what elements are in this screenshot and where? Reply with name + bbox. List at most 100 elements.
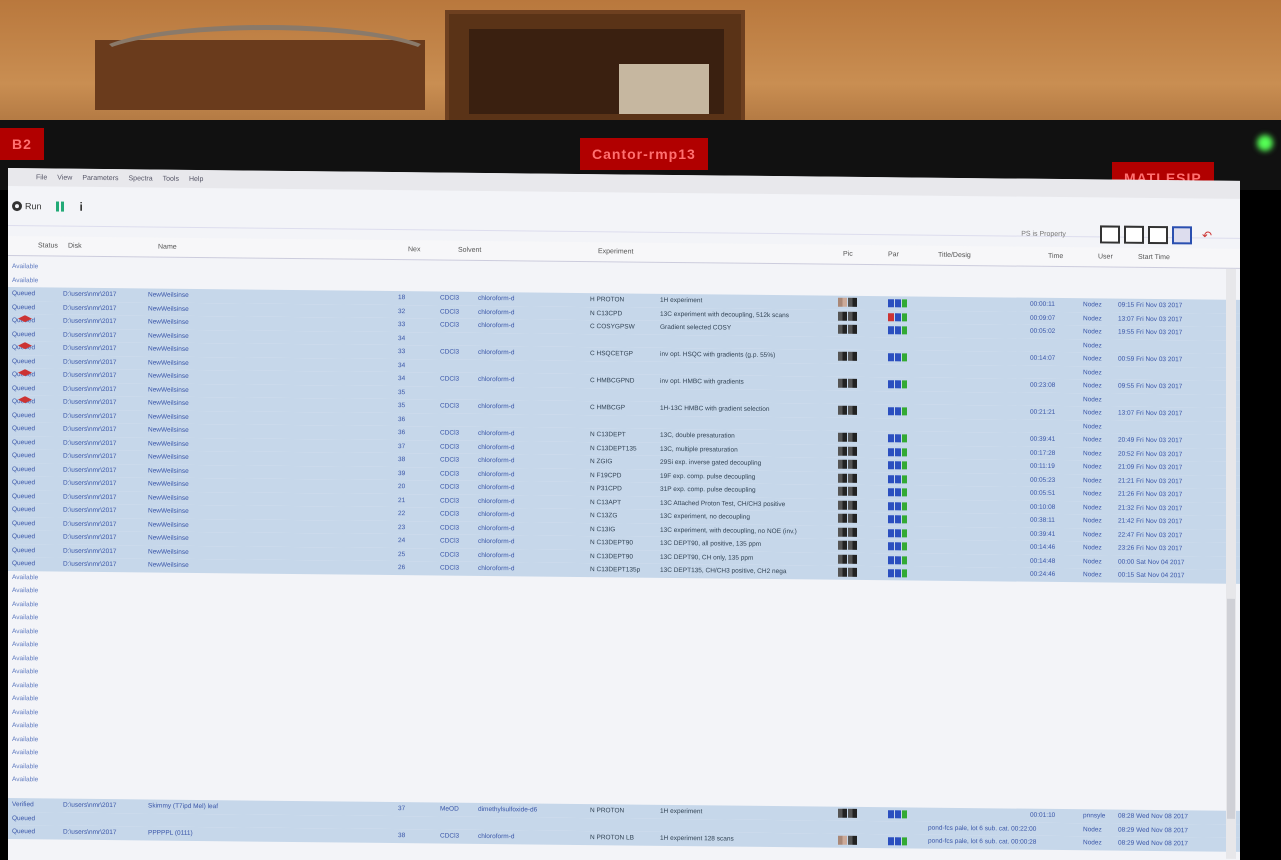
spectrum-thumbnail-icon[interactable] [838,432,847,442]
column-header-solvent[interactable]: Solvent [458,247,481,254]
parameter-icons[interactable] [888,810,908,819]
spectrum-thumbnail-icon[interactable] [838,378,847,388]
spectrum-thumbnail-icon[interactable] [838,835,847,845]
view-active-icon[interactable] [1171,226,1192,245]
spectrum-thumbnail-icon[interactable] [838,527,847,537]
parameter-icons[interactable] [888,299,908,308]
grid-icon[interactable] [55,200,66,212]
spectrum-thumbnail-icon[interactable] [848,405,857,415]
spectrum-thumbnail-icon[interactable] [848,324,857,334]
name-cell: NewWeilsinse [148,466,189,475]
spectrum-thumbnail-icon[interactable] [848,351,857,361]
menu-item-tools[interactable]: Tools [163,175,179,182]
menu-item-file[interactable]: File [36,174,47,181]
parameter-icons[interactable] [888,515,908,524]
spectrum-thumbnail-icon[interactable] [838,297,847,307]
column-header-starttime[interactable]: Start Time [1138,254,1170,261]
spectrum-thumbnail-icon[interactable] [838,567,847,577]
spectrum-thumbnail-icon[interactable] [838,513,847,523]
lock-icon [902,542,907,551]
nex-cell: 39 [398,469,406,477]
user-cell: Nodez [1083,476,1102,484]
spectrum-thumbnail-icon[interactable] [848,297,857,307]
spectrum-thumbnail-icon[interactable] [838,554,847,564]
view-split-icon[interactable] [1123,225,1144,244]
spectrum-thumbnail-icon[interactable] [848,432,857,442]
user-cell: Nodez [1083,530,1102,538]
document-icon [888,447,894,456]
queue-table: Available Available Queued D:\users\nmr\201… [8,260,1240,799]
undo-icon[interactable]: ↶ [1202,229,1212,243]
run-button[interactable]: Run [12,200,42,211]
spectrum-thumbnail-icon[interactable] [838,311,847,321]
time-cell: 00:05:02 [1030,327,1056,335]
spectrum-thumbnail-icon[interactable] [848,473,857,483]
spectrum-thumbnail-icon[interactable] [848,540,857,550]
spectrum-thumbnail-icon[interactable] [848,311,857,321]
info-icon[interactable]: i [80,199,83,213]
parameter-icons[interactable] [888,434,908,443]
vertical-scrollbar[interactable] [1226,268,1236,859]
parameter-icons[interactable] [888,569,908,578]
menu-item-parameters[interactable]: Parameters [82,174,118,181]
spectrum-thumbnail-icon[interactable] [848,835,857,845]
spectrum-thumbnail-icon[interactable] [848,554,857,564]
spectrum-thumbnail-icon[interactable] [848,378,857,388]
parameter-icons[interactable] [888,407,908,416]
menu-item-spectra[interactable]: Spectra [129,175,153,182]
spectrum-thumbnail-icon[interactable] [838,808,847,818]
column-header-par[interactable]: Par [888,251,899,258]
spectrum-thumbnail-icon[interactable] [838,459,847,469]
spectrum-thumbnail-icon[interactable] [838,486,847,496]
start-time-cell: 21:32 Fri Nov 03 2017 [1118,504,1183,512]
edit-icon [895,353,901,362]
column-header-time[interactable]: Time [1048,253,1063,260]
column-header-name[interactable]: Name [158,244,177,251]
parameter-icons[interactable] [888,461,908,470]
parameter-icons[interactable] [888,474,908,483]
column-header-user[interactable]: User [1098,253,1113,260]
spectrum-thumbnail-icon[interactable] [838,500,847,510]
spectrum-thumbnail-icon[interactable] [848,567,857,577]
parameter-icons[interactable] [888,353,908,362]
column-header-pic[interactable]: Pic [843,251,853,258]
column-header-experiment[interactable]: Experiment [598,248,633,255]
parameter-icons[interactable] [888,326,908,335]
spectrum-thumbnail-icon[interactable] [848,500,857,510]
parameter-icons[interactable] [888,488,908,497]
column-header-nex[interactable]: Nex [408,246,420,253]
spectrum-thumbnail-icon[interactable] [838,405,847,415]
spectrum-thumbnail-icon[interactable] [848,459,857,469]
parameter-icons[interactable] [888,555,908,564]
parameter-icons[interactable] [888,528,908,537]
spectrum-thumbnail-icon[interactable] [838,446,847,456]
spectrum-thumbnail-icon[interactable] [838,324,847,334]
spectrum-thumbnail-icon[interactable] [848,513,857,523]
scrollbar-thumb[interactable] [1227,598,1235,819]
time-cell: 00:17:28 [1030,449,1056,457]
spectrum-thumbnail-icon[interactable] [838,540,847,550]
parameter-icons[interactable] [888,447,908,456]
column-header-titledesig[interactable]: Title/Desig [938,252,971,259]
user-cell: pnnsyle [1083,812,1106,820]
spectrum-thumbnail-icon[interactable] [838,473,847,483]
parameter-icons[interactable] [888,542,908,551]
parameter-icons[interactable] [888,312,908,321]
parameter-icons[interactable] [888,380,908,389]
nex-cell: 34 [398,375,406,383]
spectrum-thumbnail-icon[interactable] [848,486,857,496]
menu-item-view[interactable]: View [57,174,72,181]
spectrum-thumbnail-icon[interactable] [838,351,847,361]
column-header-status[interactable]: Status [38,242,58,249]
view-list-icon[interactable] [1147,225,1168,245]
background-wall [0,0,1281,140]
view-single-icon[interactable] [1099,225,1120,244]
menu-item-help[interactable]: Help [189,175,203,182]
time-cell: 00:14:07 [1030,354,1056,362]
spectrum-thumbnail-icon[interactable] [848,527,857,537]
column-header-disk[interactable]: Disk [68,243,82,250]
spectrum-thumbnail-icon[interactable] [848,446,857,456]
parameter-icons[interactable] [888,837,908,846]
spectrum-thumbnail-icon[interactable] [848,808,857,818]
parameter-icons[interactable] [888,501,908,510]
